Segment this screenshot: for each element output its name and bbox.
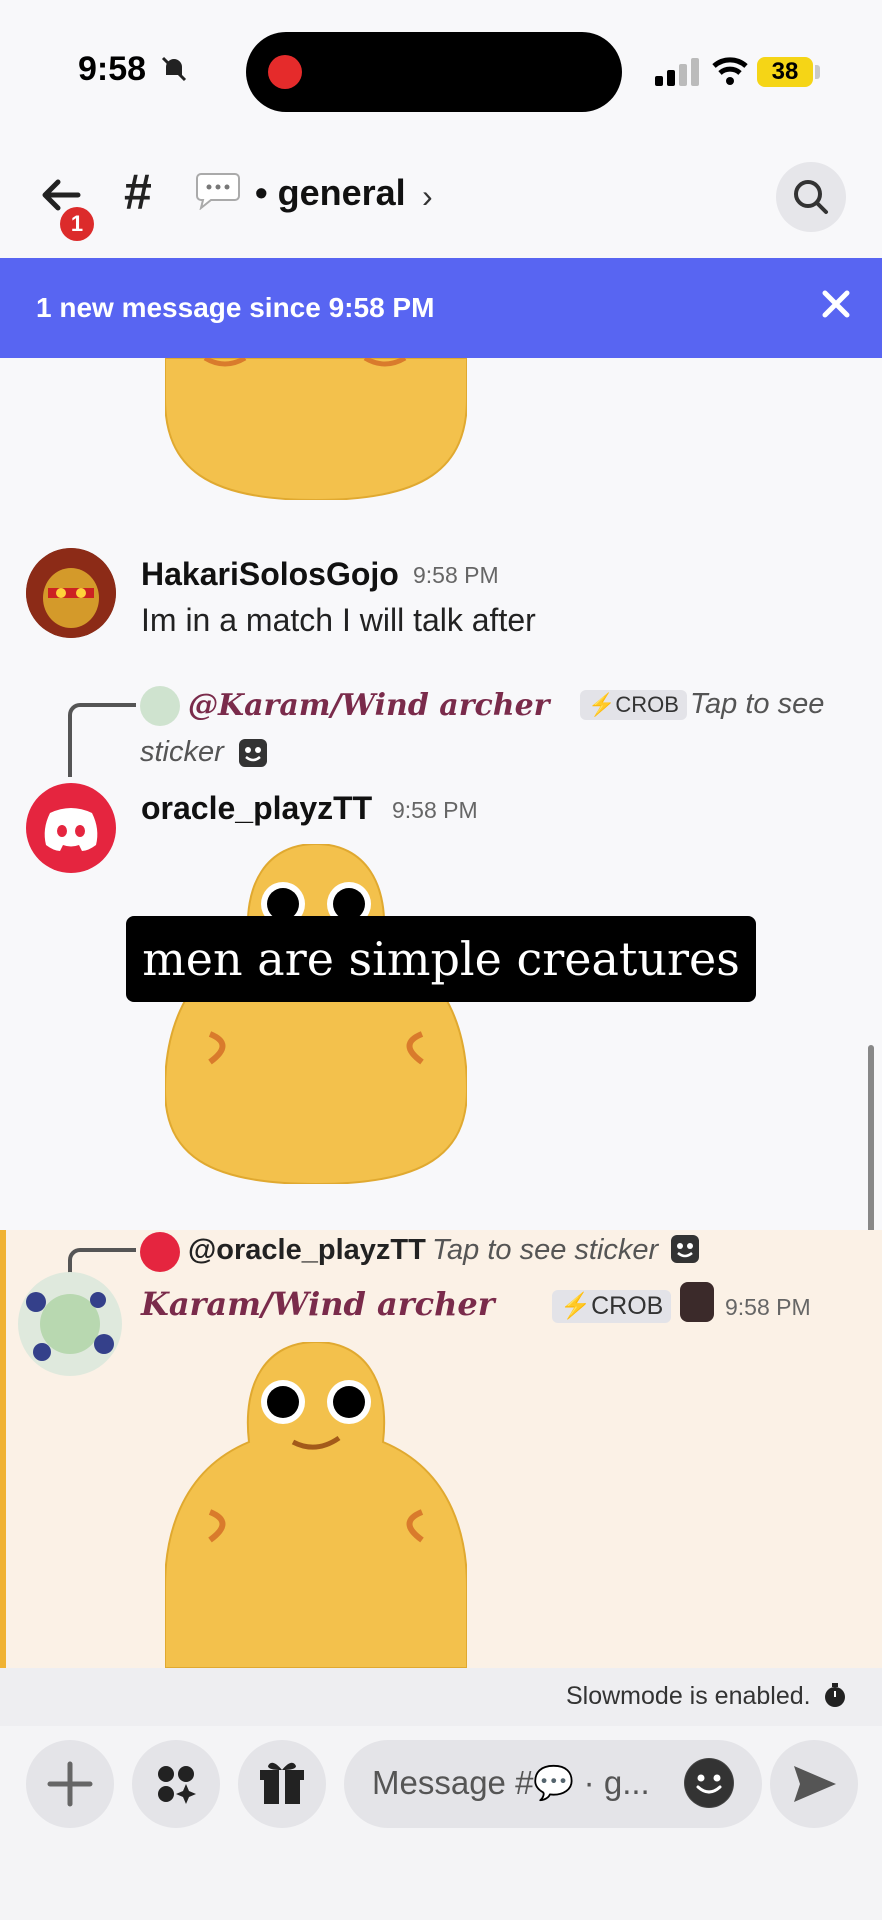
avatar[interactable] bbox=[26, 548, 116, 638]
video-caption: men are simple creatures bbox=[126, 916, 756, 1002]
message-timestamp: 9:58 PM bbox=[392, 797, 478, 823]
avatar[interactable] bbox=[26, 783, 116, 873]
reply-avatar bbox=[140, 1232, 180, 1272]
mention-highlight-bar bbox=[0, 1230, 6, 1670]
gift-button[interactable] bbox=[238, 1740, 326, 1828]
reply-note[interactable]: Tap to see sticker bbox=[432, 1234, 658, 1267]
reply-avatar bbox=[140, 686, 180, 726]
message-username[interactable]: Karam/Wind archer bbox=[141, 1285, 495, 1323]
close-icon[interactable] bbox=[820, 288, 852, 320]
status-time: 9:58 bbox=[78, 50, 147, 88]
plus-icon bbox=[47, 1761, 93, 1807]
message-username[interactable]: HakariSolosGojo bbox=[141, 556, 399, 593]
sticker-image[interactable] bbox=[165, 358, 467, 500]
wifi-icon bbox=[712, 57, 748, 85]
emoji-button[interactable] bbox=[684, 1758, 734, 1808]
apps-icon bbox=[158, 1766, 196, 1804]
channel-title[interactable]: • general bbox=[255, 172, 406, 214]
chevron-right-icon[interactable]: › bbox=[422, 178, 433, 215]
battery-tip bbox=[815, 65, 820, 79]
dynamic-island bbox=[246, 32, 622, 112]
sticker-icon bbox=[671, 1235, 699, 1263]
reply-note-continued[interactable]: sticker bbox=[140, 736, 224, 769]
speech-bubble-icon bbox=[196, 173, 240, 210]
sticker-icon bbox=[239, 739, 267, 767]
reply-tag: ⚡CROB bbox=[580, 690, 687, 720]
search-icon bbox=[794, 180, 828, 214]
avatar[interactable] bbox=[18, 1272, 122, 1376]
send-icon bbox=[794, 1766, 836, 1802]
message-text[interactable]: Im in a match I will talk after bbox=[141, 602, 536, 639]
masked-face-icon bbox=[26, 548, 116, 638]
message-username[interactable]: oracle_playzTT bbox=[141, 790, 372, 827]
send-button[interactable] bbox=[770, 1740, 858, 1828]
sticker-image[interactable] bbox=[165, 844, 467, 1184]
add-button[interactable] bbox=[26, 1740, 114, 1828]
bell-muted-icon bbox=[161, 56, 187, 82]
search-button[interactable] bbox=[776, 162, 846, 232]
reply-connector bbox=[68, 703, 136, 777]
flower-wreath-icon bbox=[26, 1292, 114, 1361]
reply-username[interactable]: @Karam/Wind archer bbox=[188, 688, 549, 723]
recording-indicator bbox=[268, 55, 302, 89]
new-messages-text: 1 new message since 9:58 PM bbox=[36, 292, 435, 323]
role-icon bbox=[680, 1282, 714, 1322]
discord-logo-icon bbox=[44, 808, 98, 851]
reply-note[interactable]: Tap to see bbox=[690, 688, 824, 721]
gift-icon bbox=[260, 1762, 304, 1804]
apps-button[interactable] bbox=[132, 1740, 220, 1828]
stopwatch-icon bbox=[825, 1683, 845, 1707]
message-timestamp: 9:58 PM bbox=[725, 1294, 811, 1320]
cellular-signal-icon bbox=[655, 58, 699, 86]
message-timestamp: 9:58 PM bbox=[413, 562, 499, 588]
smiley-icon bbox=[685, 1759, 733, 1807]
hash-icon: # bbox=[124, 164, 152, 220]
battery-level: 38 bbox=[757, 57, 813, 87]
reply-username[interactable]: @oracle_playzTT bbox=[188, 1234, 426, 1267]
message-placeholder: Message #💬 · g... bbox=[372, 1764, 650, 1801]
slowmode-text: Slowmode is enabled. bbox=[566, 1682, 811, 1710]
unread-badge: 1 bbox=[60, 207, 94, 241]
user-tag: ⚡CROB bbox=[552, 1290, 672, 1323]
sticker-image[interactable] bbox=[165, 1342, 467, 1668]
